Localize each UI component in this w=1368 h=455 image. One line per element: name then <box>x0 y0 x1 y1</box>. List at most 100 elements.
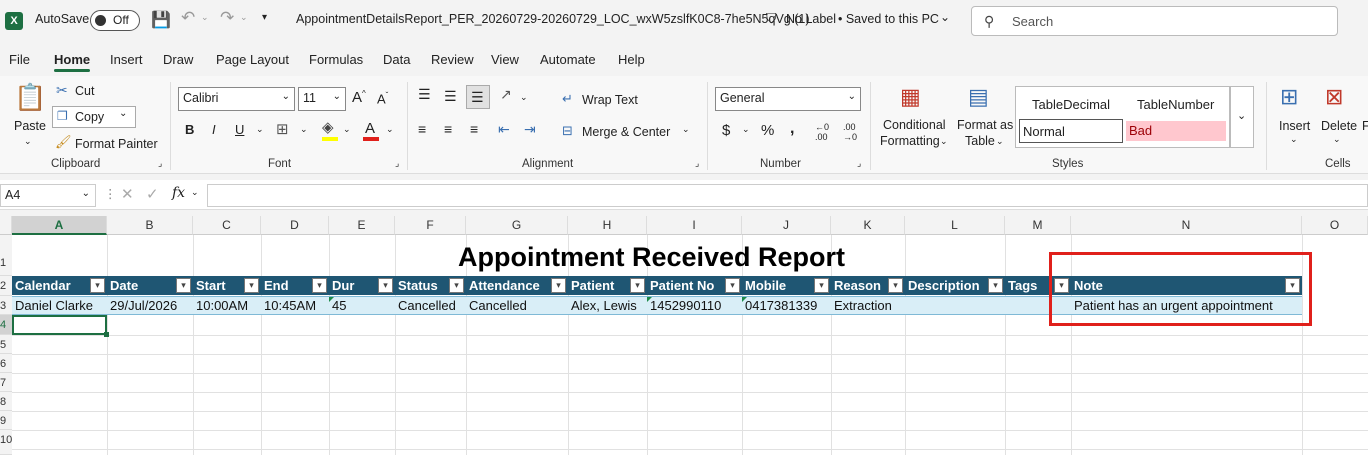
insert-function-icon[interactable]: fx <box>172 185 185 201</box>
column-header-c[interactable]: C <box>193 216 261 235</box>
column-header-l[interactable]: L <box>905 216 1005 235</box>
cell-mobile[interactable]: 0417381339 <box>742 297 817 316</box>
font-color-dropdown-icon[interactable]: ⌄ <box>386 124 394 135</box>
delete-cells-button[interactable]: Delete <box>1321 119 1357 133</box>
paste-icon[interactable]: 📋 <box>14 82 46 113</box>
selected-cell-a4[interactable] <box>12 315 109 337</box>
format-cells-button-partial[interactable]: F <box>1362 119 1368 133</box>
header-description[interactable]: Description <box>905 276 980 295</box>
increase-decimal-icon[interactable]: ←0.00 <box>815 122 829 142</box>
percent-icon[interactable]: % <box>761 122 774 139</box>
column-header-d[interactable]: D <box>261 216 329 235</box>
currency-dropdown-icon[interactable]: ⌄ <box>742 124 750 135</box>
cancel-icon[interactable]: ✕ <box>121 185 134 203</box>
filter-dropdown-icon[interactable]: ▾ <box>244 278 259 293</box>
customize-qat-icon[interactable]: ▾ <box>262 12 267 23</box>
cut-icon[interactable]: ✂ <box>56 82 68 99</box>
name-box[interactable]: A4 ⌄ <box>0 184 96 207</box>
font-color-icon[interactable]: A <box>365 120 375 137</box>
styles-more-button[interactable]: ⌄ <box>1230 86 1254 148</box>
number-launcher-icon[interactable]: ⌟ <box>857 158 861 169</box>
cell-reason[interactable]: Extraction <box>831 297 892 316</box>
align-top-icon[interactable]: ☰ <box>418 86 431 103</box>
enter-icon[interactable]: ✓ <box>146 185 159 203</box>
increase-font-icon[interactable]: A^ <box>352 89 366 106</box>
header-status[interactable]: Status <box>395 276 438 295</box>
row-header-1[interactable]: 1 <box>0 235 12 276</box>
header-attendance[interactable]: Attendance <box>466 276 540 295</box>
header-patient[interactable]: Patient <box>568 276 614 295</box>
bold-icon[interactable]: B <box>185 122 194 137</box>
more-options-icon[interactable]: ⋮ <box>104 186 117 201</box>
format-painter-icon[interactable]: 🖌 <box>55 134 72 150</box>
conditional-formatting-icon[interactable]: ▦ <box>900 84 921 110</box>
cell-status[interactable]: Cancelled <box>395 297 456 316</box>
cell-attendance[interactable]: Cancelled <box>466 297 527 316</box>
paste-button[interactable]: Paste <box>14 119 46 133</box>
cell-description[interactable] <box>905 297 908 316</box>
format-as-table-icon[interactable]: ▤ <box>968 84 989 110</box>
style-normal[interactable]: Normal <box>1019 119 1123 143</box>
filter-dropdown-icon[interactable]: ▾ <box>449 278 464 293</box>
tab-file[interactable]: File <box>9 52 30 67</box>
align-bottom-button[interactable]: ☰ <box>466 85 490 109</box>
header-end[interactable]: End <box>261 276 289 295</box>
column-header-m[interactable]: M <box>1005 216 1071 235</box>
align-middle-icon[interactable]: ☰ <box>444 88 457 105</box>
orientation-icon[interactable]: ↗ <box>500 86 512 103</box>
column-header-k[interactable]: K <box>831 216 905 235</box>
row-header-8[interactable]: 8 <box>0 392 12 411</box>
header-reason[interactable]: Reason <box>831 276 881 295</box>
filter-dropdown-icon[interactable]: ▾ <box>814 278 829 293</box>
redo-icon[interactable]: ↷ <box>220 8 234 28</box>
delete-dropdown-icon[interactable]: ⌄ <box>1333 134 1341 145</box>
column-header-i[interactable]: I <box>647 216 742 235</box>
tab-page-layout[interactable]: Page Layout <box>216 52 289 67</box>
filter-dropdown-icon[interactable]: ▾ <box>551 278 566 293</box>
sensitivity-label[interactable]: No Label <box>786 12 836 26</box>
cell-start[interactable]: 10:00AM <box>193 297 248 316</box>
column-header-f[interactable]: F <box>395 216 466 235</box>
tab-automate[interactable]: Automate <box>540 52 596 67</box>
filter-dropdown-icon[interactable]: ▾ <box>378 278 393 293</box>
clipboard-launcher-icon[interactable]: ⌟ <box>158 158 162 169</box>
cell-date[interactable]: 29/Jul/2026 <box>107 297 177 316</box>
cell-calendar[interactable]: Daniel Clarke <box>12 297 93 316</box>
align-right-icon[interactable]: ≡ <box>470 121 478 137</box>
style-table-number[interactable]: TableNumber <box>1137 97 1214 112</box>
insert-dropdown-icon[interactable]: ⌄ <box>1290 134 1298 145</box>
insert-cells-icon[interactable]: ⊞ <box>1280 84 1298 110</box>
column-header-o[interactable]: O <box>1302 216 1368 235</box>
autosave-toggle[interactable]: Off <box>90 10 140 31</box>
select-all-corner[interactable] <box>0 216 12 235</box>
format-as-table-label-2[interactable]: Table <box>965 134 995 148</box>
row-header-5[interactable]: 5 <box>0 335 12 354</box>
cut-button[interactable]: Cut <box>75 84 94 98</box>
row-header-2[interactable]: 2 <box>0 276 12 296</box>
number-format-select[interactable]: General ⌄ <box>715 87 861 111</box>
column-header-j[interactable]: J <box>742 216 831 235</box>
row-header-9[interactable]: 9 <box>0 411 12 430</box>
decrease-decimal-icon[interactable]: .00 →0 <box>843 122 857 142</box>
tab-insert[interactable]: Insert <box>110 52 143 67</box>
delete-cells-icon[interactable]: ⊠ <box>1325 84 1343 110</box>
fill-dropdown-icon[interactable]: ⌄ <box>343 124 351 135</box>
undo-dropdown-icon[interactable]: ⌄ <box>201 12 209 23</box>
copy-button[interactable]: ❐ Copy ⌄ <box>52 106 136 128</box>
fill-color-icon[interactable]: ◈ <box>322 118 334 136</box>
header-start[interactable]: Start <box>193 276 226 295</box>
column-header-a[interactable]: A <box>12 216 107 235</box>
borders-icon[interactable]: ⊞ <box>276 120 289 138</box>
header-tags[interactable]: Tags <box>1005 276 1037 295</box>
tab-home[interactable]: Home <box>54 52 91 72</box>
undo-icon[interactable]: ↶ <box>181 8 195 28</box>
merge-center-icon[interactable]: ⊟ <box>562 123 573 139</box>
tab-formulas[interactable]: Formulas <box>309 52 363 67</box>
orientation-dropdown-icon[interactable]: ⌄ <box>520 92 528 103</box>
header-date[interactable]: Date <box>107 276 138 295</box>
alignment-launcher-icon[interactable]: ⌟ <box>695 158 699 169</box>
conditional-dropdown-icon[interactable]: ⌄ <box>940 136 948 147</box>
save-status[interactable]: • Saved to this PC <box>838 12 939 26</box>
tab-review[interactable]: Review <box>431 52 474 67</box>
row-header-3[interactable]: 3 <box>0 296 12 315</box>
